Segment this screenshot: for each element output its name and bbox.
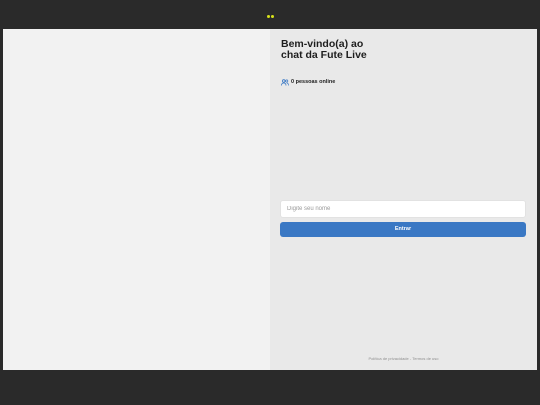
bottom-bar <box>0 370 540 405</box>
privacy-policy-link[interactable]: Política de privacidade <box>369 356 409 361</box>
online-count: 0 pessoas online <box>281 78 335 86</box>
online-count-text: 0 pessoas online <box>291 79 336 85</box>
top-bar <box>0 0 540 30</box>
video-area <box>3 29 270 370</box>
chat-panel: Bem-vindo(a) ao chat da Fute Live 0 pess… <box>270 29 537 370</box>
terms-of-use-link[interactable]: Termos de uso <box>412 356 438 361</box>
footer-links: Política de privacidade - Termos de uso <box>270 356 537 361</box>
people-icon <box>281 78 289 86</box>
chat-frame: Bem-vindo(a) ao chat da Fute Live 0 pess… <box>3 29 537 370</box>
enter-button[interactable]: Entrar <box>280 222 526 237</box>
logo-dots-icon <box>267 15 275 19</box>
chat-welcome-title: Bem-vindo(a) ao chat da Fute Live <box>281 38 367 61</box>
name-input[interactable] <box>280 200 526 218</box>
